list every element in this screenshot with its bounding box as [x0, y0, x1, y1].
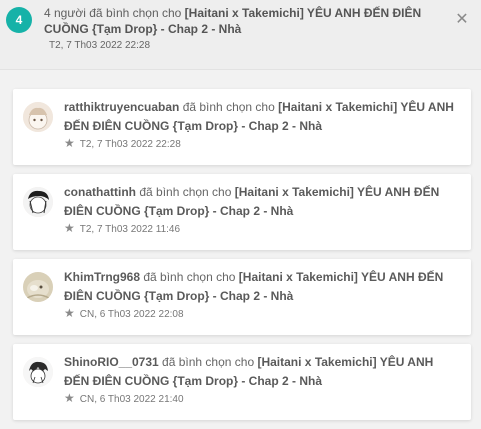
close-icon[interactable]: ✕	[451, 10, 473, 30]
notification-item[interactable]: KhimTrng968 đã bình chọn cho [Haitani x …	[13, 259, 471, 335]
notification-timestamp: ★ T2, 7 Th03 2022 11:46	[64, 221, 180, 237]
star-icon: ★	[64, 221, 75, 235]
notification-item[interactable]: conathattinh đã bình chọn cho [Haitani x…	[13, 174, 471, 250]
notification-item[interactable]: ratthiktruyencuaban đã bình chọn cho [Ha…	[13, 89, 471, 165]
notification-list: ratthiktruyencuaban đã bình chọn cho [Ha…	[0, 70, 481, 429]
header-timestamp: T2, 7 Th03 2022 22:28	[49, 40, 151, 51]
notification-message: ShinoRIO__0731 đã bình chọn cho [Haitani…	[64, 353, 459, 391]
username-link[interactable]: KhimTrng968	[64, 270, 140, 284]
notification-message: ratthiktruyencuaban đã bình chọn cho [Ha…	[64, 98, 459, 136]
timestamp-text: CN, 6 Th03 2022 21:40	[79, 394, 184, 405]
notification-header: 4 4 người đã bình chọn cho [Haitani x Ta…	[0, 0, 481, 70]
notification-timestamp: ★ CN, 6 Th03 2022 21:40	[64, 391, 184, 407]
action-text: đã bình chọn cho	[179, 100, 279, 114]
notification-timestamp: ★ T2, 7 Th03 2022 22:28	[64, 136, 181, 152]
notification-message: KhimTrng968 đã bình chọn cho [Haitani x …	[64, 268, 459, 306]
username-link[interactable]: conathattinh	[64, 185, 136, 199]
avatar[interactable]	[23, 272, 53, 302]
action-text: đã bình chọn cho	[136, 185, 235, 199]
timestamp-text: T2, 7 Th03 2022 11:46	[79, 224, 181, 235]
star-icon: ★	[64, 136, 75, 150]
username-link[interactable]: ratthiktruyencuaban	[64, 100, 179, 114]
notification-item[interactable]: ShinoRIO__0731 đã bình chọn cho [Haitani…	[13, 344, 471, 420]
timestamp-text: T2, 7 Th03 2022 22:28	[79, 139, 181, 150]
action-text: đã bình chọn cho	[158, 355, 258, 369]
notification-message: conathattinh đã bình chọn cho [Haitani x…	[64, 183, 459, 221]
avatar[interactable]	[23, 102, 53, 132]
timestamp-text: CN, 6 Th03 2022 22:08	[79, 309, 184, 320]
username-link[interactable]: ShinoRIO__0731	[64, 355, 159, 369]
star-icon: ★	[64, 391, 75, 405]
header-message[interactable]: 4 người đã bình chọn cho [Haitani x Take…	[44, 5, 442, 37]
avatar[interactable]	[23, 357, 53, 387]
star-icon: ★	[64, 306, 75, 320]
notification-timestamp: ★ CN, 6 Th03 2022 22:08	[64, 306, 184, 322]
header-message-prefix: 4 người đã bình chọn cho	[44, 6, 185, 20]
avatar[interactable]	[23, 187, 53, 217]
action-text: đã bình chọn cho	[140, 270, 239, 284]
vote-count-badge: 4	[6, 7, 32, 33]
